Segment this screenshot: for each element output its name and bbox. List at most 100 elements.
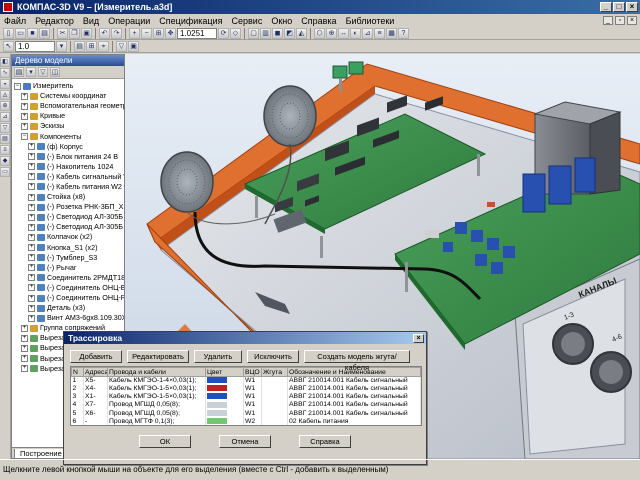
- section-icon[interactable]: ◐: [350, 27, 361, 39]
- tree-item[interactable]: + Соединитель 2РМДТ18Б4: [12, 273, 124, 283]
- tree-item[interactable]: − Компоненты: [12, 131, 124, 141]
- col-designation[interactable]: Обозначение и Наименование: [287, 367, 421, 377]
- zoom-out-icon[interactable]: −: [141, 27, 152, 39]
- tree-view-icon[interactable]: ▤: [14, 67, 24, 77]
- tree-item[interactable]: + (ф) Корпус: [12, 142, 124, 152]
- tree-item[interactable]: + Колпачок (х2): [12, 232, 124, 242]
- tree-item[interactable]: + Кривые: [12, 111, 124, 121]
- expand-toggle-icon[interactable]: +: [28, 264, 35, 272]
- reports-icon[interactable]: ≡: [0, 145, 10, 155]
- expand-toggle-icon[interactable]: +: [28, 153, 35, 161]
- expand-toggle-icon[interactable]: +: [21, 324, 28, 332]
- zoom-window-icon[interactable]: ⊞: [153, 27, 164, 39]
- expand-toggle-icon[interactable]: +: [28, 304, 35, 312]
- menu-libraries[interactable]: Библиотеки: [346, 16, 395, 26]
- library-icon[interactable]: ▦: [386, 27, 397, 39]
- expand-toggle-icon[interactable]: +: [28, 284, 35, 292]
- menu-operations[interactable]: Операции: [108, 16, 150, 26]
- close-button[interactable]: ×: [626, 2, 638, 12]
- tree-item[interactable]: + Системы координат: [12, 91, 124, 101]
- expand-toggle-icon[interactable]: +: [21, 112, 28, 120]
- dialog-close-button[interactable]: ×: [413, 333, 424, 343]
- copy-icon[interactable]: ❐: [69, 27, 80, 39]
- tree-item[interactable]: + (-) Розетка РНК-3БП_Х1: [12, 202, 124, 212]
- tree-item[interactable]: + (-) Тумблер_S3: [12, 253, 124, 263]
- expand-toggle-icon[interactable]: −: [21, 133, 28, 141]
- table-row[interactable]: 6- Провод МГТФ 0,1(3); W2 02 Кабель питания: [71, 417, 421, 425]
- menu-window[interactable]: Окно: [271, 16, 292, 26]
- exclude-button[interactable]: Исключить: [247, 350, 299, 363]
- open-file-icon[interactable]: ▭: [15, 27, 26, 39]
- tree-item[interactable]: + Деталь (х3): [12, 303, 124, 313]
- cut-icon[interactable]: ✂: [57, 27, 68, 39]
- expand-toggle-icon[interactable]: +: [21, 122, 28, 130]
- edit-button[interactable]: Редактировать: [127, 350, 189, 363]
- create-harness-button[interactable]: Создать модель жгута/кабеля: [304, 350, 410, 372]
- pan-icon[interactable]: ✥: [165, 27, 176, 39]
- tree-sort-icon[interactable]: ▾: [26, 67, 36, 77]
- expand-toggle-icon[interactable]: +: [28, 233, 35, 241]
- mates-icon[interactable]: ⊕: [0, 101, 10, 111]
- add-button[interactable]: Добавить: [70, 350, 122, 363]
- expand-toggle-icon[interactable]: +: [21, 355, 28, 363]
- expand-toggle-icon[interactable]: +: [28, 244, 35, 252]
- grid-icon[interactable]: ⊞: [86, 40, 97, 52]
- expand-toggle-icon[interactable]: +: [28, 223, 35, 231]
- expand-toggle-icon[interactable]: +: [28, 173, 35, 181]
- menu-file[interactable]: Файл: [4, 16, 26, 26]
- doc-close-button[interactable]: ×: [627, 16, 637, 25]
- delete-button[interactable]: Удалить: [194, 350, 242, 363]
- print-icon[interactable]: ▤: [39, 27, 50, 39]
- menu-service[interactable]: Сервис: [232, 16, 263, 26]
- table-row[interactable]: 4 Х7- Провод МГШД 0,05(8); W1 АВВГ 210014.00…: [71, 401, 421, 410]
- spec-icon[interactable]: ▤: [0, 134, 10, 144]
- table-row[interactable]: 3 Х1- Кабель КМГЭО-1-5×0,03(1); W1 АВВГ 2100…: [71, 393, 421, 402]
- tree-item[interactable]: + Стойка (х8): [12, 192, 124, 202]
- menu-view[interactable]: Вид: [83, 16, 99, 26]
- scale-field[interactable]: 1.0: [15, 40, 55, 52]
- expand-toggle-icon[interactable]: +: [28, 314, 35, 322]
- new-file-icon[interactable]: ▯: [3, 27, 14, 39]
- expand-toggle-icon[interactable]: +: [28, 193, 35, 201]
- col-wires[interactable]: Провода и кабели: [107, 367, 206, 377]
- menu-specification[interactable]: Спецификация: [159, 16, 222, 26]
- help-button[interactable]: Справка: [299, 435, 351, 448]
- hidden-lines-icon[interactable]: ▥: [260, 27, 271, 39]
- expand-toggle-icon[interactable]: +: [28, 163, 35, 171]
- surfaces-icon[interactable]: ◒: [0, 79, 10, 89]
- expand-toggle-icon[interactable]: +: [21, 102, 28, 110]
- snap-icon[interactable]: ⌖: [98, 40, 109, 52]
- cursor-icon[interactable]: ↖: [3, 40, 14, 52]
- zoom-in-icon[interactable]: +: [129, 27, 140, 39]
- expand-toggle-icon[interactable]: +: [21, 365, 28, 373]
- expand-toggle-icon[interactable]: +: [21, 344, 28, 352]
- rotate-icon[interactable]: ⟳: [218, 27, 229, 39]
- expand-toggle-icon[interactable]: +: [28, 213, 35, 221]
- expand-toggle-icon[interactable]: +: [28, 183, 35, 191]
- dropdown-icon[interactable]: ▾: [56, 40, 67, 52]
- tree-item[interactable]: + (-) Соединитель ОНЦ-БС: [12, 283, 124, 293]
- aux-geometry-icon[interactable]: ◬: [0, 90, 10, 100]
- menu-help[interactable]: Справка: [301, 16, 336, 26]
- mate-icon[interactable]: ⊕: [326, 27, 337, 39]
- select-icon[interactable]: ▣: [128, 40, 139, 52]
- expand-toggle-icon[interactable]: +: [21, 92, 28, 100]
- table-row[interactable]: 2 Х4- Кабель КМГЭО-1-5×0,03(1); W1 АВВГ 2100…: [71, 385, 421, 394]
- table-row[interactable]: 1 Х5- Кабель КМГЭО-1-4×0,03(1); W1 АВВГ 2100…: [71, 376, 421, 385]
- menu-editor[interactable]: Редактор: [35, 16, 74, 26]
- filter-icon[interactable]: ▽: [116, 40, 127, 52]
- tree-settings-icon[interactable]: ◫: [50, 67, 60, 77]
- expand-toggle-icon[interactable]: +: [28, 294, 35, 302]
- shaded-edges-icon[interactable]: ◩: [284, 27, 295, 39]
- tree-item[interactable]: + (-) Накопитель 1024: [12, 162, 124, 172]
- help-icon[interactable]: ?: [398, 27, 409, 39]
- tree-item[interactable]: + (-) Кабель питания W2: [12, 182, 124, 192]
- col-n[interactable]: N: [71, 367, 84, 377]
- tree-item[interactable]: + (-) Светодиод АЛ-305Б зел: [12, 222, 124, 232]
- cancel-button[interactable]: Отмена: [219, 435, 271, 448]
- tree-filter-icon[interactable]: ▽: [38, 67, 48, 77]
- expand-toggle-icon[interactable]: −: [14, 82, 21, 90]
- tree-item[interactable]: + (-) Соединитель ОНЦ-РГ-09: [12, 293, 124, 303]
- shaded-icon[interactable]: ◼: [272, 27, 283, 39]
- layer-icon[interactable]: ▤: [74, 40, 85, 52]
